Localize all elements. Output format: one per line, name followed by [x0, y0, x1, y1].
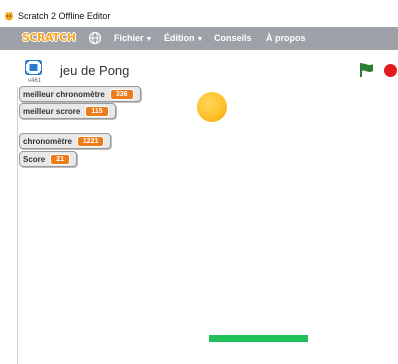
fullscreen-icon[interactable] — [25, 60, 42, 75]
ball-sprite[interactable] — [197, 92, 227, 122]
monitor-label: chronomètre — [23, 136, 72, 146]
menu-tips[interactable]: Conseils — [214, 27, 252, 50]
paddle-sprite[interactable] — [209, 335, 308, 342]
menu-edit-label: Édition — [164, 33, 195, 43]
stage[interactable] — [17, 87, 398, 364]
scratch-logo[interactable]: SCRATCH — [19, 30, 78, 46]
menu-file-label: Fichier — [114, 33, 144, 43]
monitor-value: 21 — [50, 153, 71, 165]
globe-icon[interactable] — [88, 31, 102, 45]
window-titlebar: Scratch 2 Offline Editor — [0, 0, 398, 27]
monitor-label: meilleur chronomètre — [23, 89, 105, 99]
scratch-cat-icon — [5, 11, 13, 21]
version-label: v461 — [28, 78, 42, 84]
variable-monitor-score[interactable]: Score 21 — [19, 151, 78, 167]
monitor-value: 115 — [85, 105, 109, 117]
caret-down-icon: ▼ — [145, 36, 153, 43]
green-flag-icon[interactable] — [359, 62, 375, 78]
caret-down-icon: ▼ — [196, 36, 204, 43]
stop-icon[interactable] — [384, 64, 397, 77]
variable-monitor-best-timer[interactable]: meilleur chronomètre 336 — [19, 86, 141, 102]
monitor-label: meilleur scrore — [23, 106, 81, 116]
monitor-value: 1221 — [76, 135, 105, 147]
menu-about[interactable]: À propos — [266, 27, 306, 50]
variable-monitor-timer[interactable]: chronomètre 1221 — [19, 133, 112, 149]
menu-edit[interactable]: Édition ▼ — [164, 27, 203, 50]
monitor-label: Score — [23, 154, 46, 164]
project-title: jeu de Pong — [60, 63, 130, 78]
monitor-value: 336 — [109, 88, 134, 100]
variable-monitor-best-score[interactable]: meilleur scrore 115 — [19, 103, 116, 119]
stage-header: v461 jeu de Pong — [17, 55, 398, 88]
menu-file[interactable]: Fichier ▼ — [114, 27, 152, 50]
menu-bar: SCRATCH Fichier ▼ Édition ▼ Conseils À pro… — [0, 27, 398, 50]
app-title: Scratch 2 Offline Editor — [18, 11, 111, 21]
